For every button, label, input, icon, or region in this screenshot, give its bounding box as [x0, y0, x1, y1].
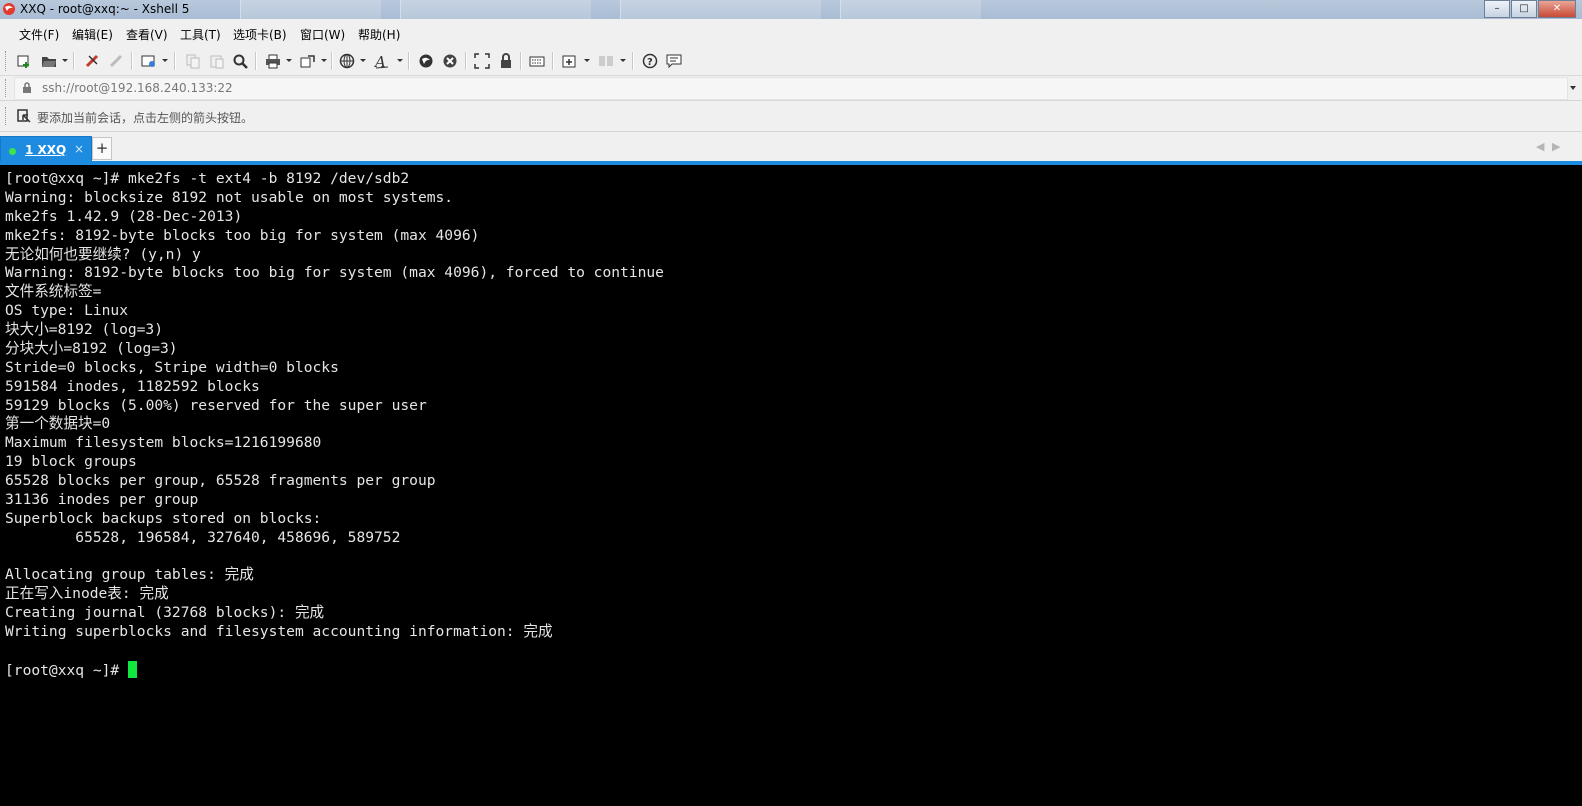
chat-icon[interactable]	[666, 53, 682, 69]
session-url[interactable]: ssh://root@192.168.240.133:22	[42, 81, 233, 95]
title-bar: XXQ - root@xxq:~ - Xshell 5 – □ ✕	[0, 0, 1582, 19]
svg-text:?: ?	[647, 57, 653, 68]
globe-icon[interactable]	[339, 53, 355, 69]
tab-scroll-left-icon[interactable]: ◀	[1536, 140, 1544, 153]
menu-bar: 文件(F) 编辑(E) 查看(V) 工具(T) 选项卡(B) 窗口(W) 帮助(…	[0, 19, 1582, 48]
menu-edit[interactable]: 编辑(E)	[72, 26, 113, 43]
terminal-line: 无论如何也要继续? (y,n) y	[5, 245, 201, 263]
add-session-arrow-icon[interactable]	[17, 109, 31, 123]
window-title: XXQ - root@xxq:~ - Xshell 5	[20, 2, 190, 16]
menu-help[interactable]: 帮助(H)	[358, 26, 400, 43]
transfer-icon[interactable]	[300, 53, 316, 69]
add-tab-button[interactable]: +	[92, 137, 112, 160]
new-tab-icon[interactable]	[562, 53, 578, 69]
terminal-line: Maximum filesystem blocks=1216199680	[5, 434, 322, 452]
hint-text: 要添加当前会话，点击左侧的箭头按钮。	[37, 111, 254, 125]
terminal-output: [root@xxq ~]# mke2fs -t ext4 -b 8192 /de…	[5, 170, 664, 681]
toolbar-grip	[5, 51, 8, 71]
fullscreen-icon[interactable]	[474, 53, 490, 69]
lock-icon[interactable]	[498, 53, 514, 69]
terminal-line: OS type: Linux	[5, 302, 129, 320]
tab-session-xxq[interactable]: 1 XXQ ×	[0, 136, 92, 162]
xftp-icon[interactable]	[418, 53, 434, 69]
new-session-icon[interactable]	[16, 53, 32, 69]
keyboard-icon[interactable]	[529, 53, 545, 69]
disconnect-icon[interactable]	[108, 53, 124, 69]
svg-text:A: A	[374, 53, 386, 69]
reconnect-icon[interactable]	[84, 53, 100, 69]
background-taskbar	[240, 0, 1000, 19]
print-icon[interactable]	[265, 53, 281, 69]
xshell-logo-icon	[3, 3, 15, 15]
terminal-line: 块大小=8192 (log=3)	[5, 321, 164, 338]
terminal-line: 正在写入inode表: 完成	[5, 585, 169, 603]
xmanager-icon[interactable]	[442, 53, 458, 69]
lock-icon	[23, 82, 31, 93]
terminal-cursor	[128, 660, 138, 678]
terminal-line: Warning: 8192-byte blocks too big for sy…	[5, 264, 664, 282]
terminal[interactable]: [root@xxq ~]# mke2fs -t ext4 -b 8192 /de…	[0, 165, 1582, 806]
window-controls: – □ ✕	[1483, 0, 1576, 18]
font-icon[interactable]: A	[374, 53, 390, 69]
terminal-line: 分块大小=8192 (log=3)	[5, 339, 178, 357]
chevron-down-icon[interactable]	[1570, 86, 1576, 90]
paste-icon[interactable]	[209, 53, 225, 69]
terminal-line: [root@xxq ~]# mke2fs -t ext4 -b 8192 /de…	[5, 170, 410, 187]
menu-tools[interactable]: 工具(T)	[180, 26, 221, 43]
terminal-line: 文件系统标签=	[5, 283, 102, 301]
help-icon[interactable]: ?	[642, 53, 658, 69]
menu-window[interactable]: 窗口(W)	[300, 26, 345, 43]
terminal-line: 591584 inodes, 1182592 blocks	[5, 377, 260, 395]
terminal-line: Creating journal (32768 blocks): 完成	[5, 604, 325, 622]
tab-close-icon[interactable]: ×	[74, 142, 84, 156]
toolbar: A ?	[0, 47, 1582, 76]
terminal-line: Writing superblocks and filesystem accou…	[5, 623, 553, 640]
address-field[interactable]	[14, 77, 1568, 100]
terminal-line: 65528, 196584, 327640, 458696, 589752	[75, 528, 401, 546]
terminal-line: 31136 inodes per group	[5, 490, 199, 508]
properties-icon[interactable]	[141, 53, 157, 69]
terminal-line: mke2fs 1.42.9 (28-Dec-2013)	[5, 207, 243, 225]
layout-icon[interactable]	[598, 53, 614, 69]
tab-scroll-right-icon[interactable]: ▶	[1552, 140, 1560, 153]
close-icon[interactable]: ✕	[1538, 0, 1576, 18]
session-hint-bar: 要添加当前会话，点击左侧的箭头按钮。	[0, 101, 1582, 132]
maximize-icon[interactable]: □	[1511, 0, 1537, 18]
terminal-line: Superblock backups stored on blocks:	[5, 509, 322, 527]
terminal-line: 65528 blocks per group, 65528 fragments …	[5, 472, 436, 489]
terminal-line: 59129 blocks (5.00%) reserved for the su…	[5, 396, 427, 414]
find-icon[interactable]	[232, 53, 248, 69]
terminal-line: 19 block groups	[5, 453, 137, 471]
copy-icon[interactable]	[185, 53, 201, 69]
terminal-line: Warning: blocksize 8192 not usable on mo…	[5, 188, 454, 206]
menu-tabs[interactable]: 选项卡(B)	[233, 26, 287, 43]
menu-view[interactable]: 查看(V)	[126, 26, 168, 43]
minimize-icon[interactable]: –	[1484, 0, 1510, 18]
connection-status-dot	[9, 148, 16, 155]
menu-file[interactable]: 文件(F)	[19, 26, 59, 43]
address-bar: ssh://root@192.168.240.133:22	[0, 76, 1582, 101]
tab-bar: 1 XXQ × + ◀ ▶	[0, 132, 1582, 162]
terminal-history: [root@xxq ~]# mke2fs -t ext4 -b 8192 /de…	[5, 170, 664, 640]
terminal-line: 第一个数据块=0	[5, 415, 111, 433]
terminal-line: Stride=0 blocks, Stripe width=0 blocks	[5, 358, 339, 376]
open-folder-icon[interactable]	[41, 53, 57, 69]
tab-label: 1 XXQ	[25, 143, 67, 157]
terminal-line: mke2fs: 8192-byte blocks too big for sys…	[5, 226, 480, 244]
terminal-prompt: [root@xxq ~]#	[5, 661, 129, 679]
terminal-line: Allocating group tables: 完成	[5, 566, 254, 584]
